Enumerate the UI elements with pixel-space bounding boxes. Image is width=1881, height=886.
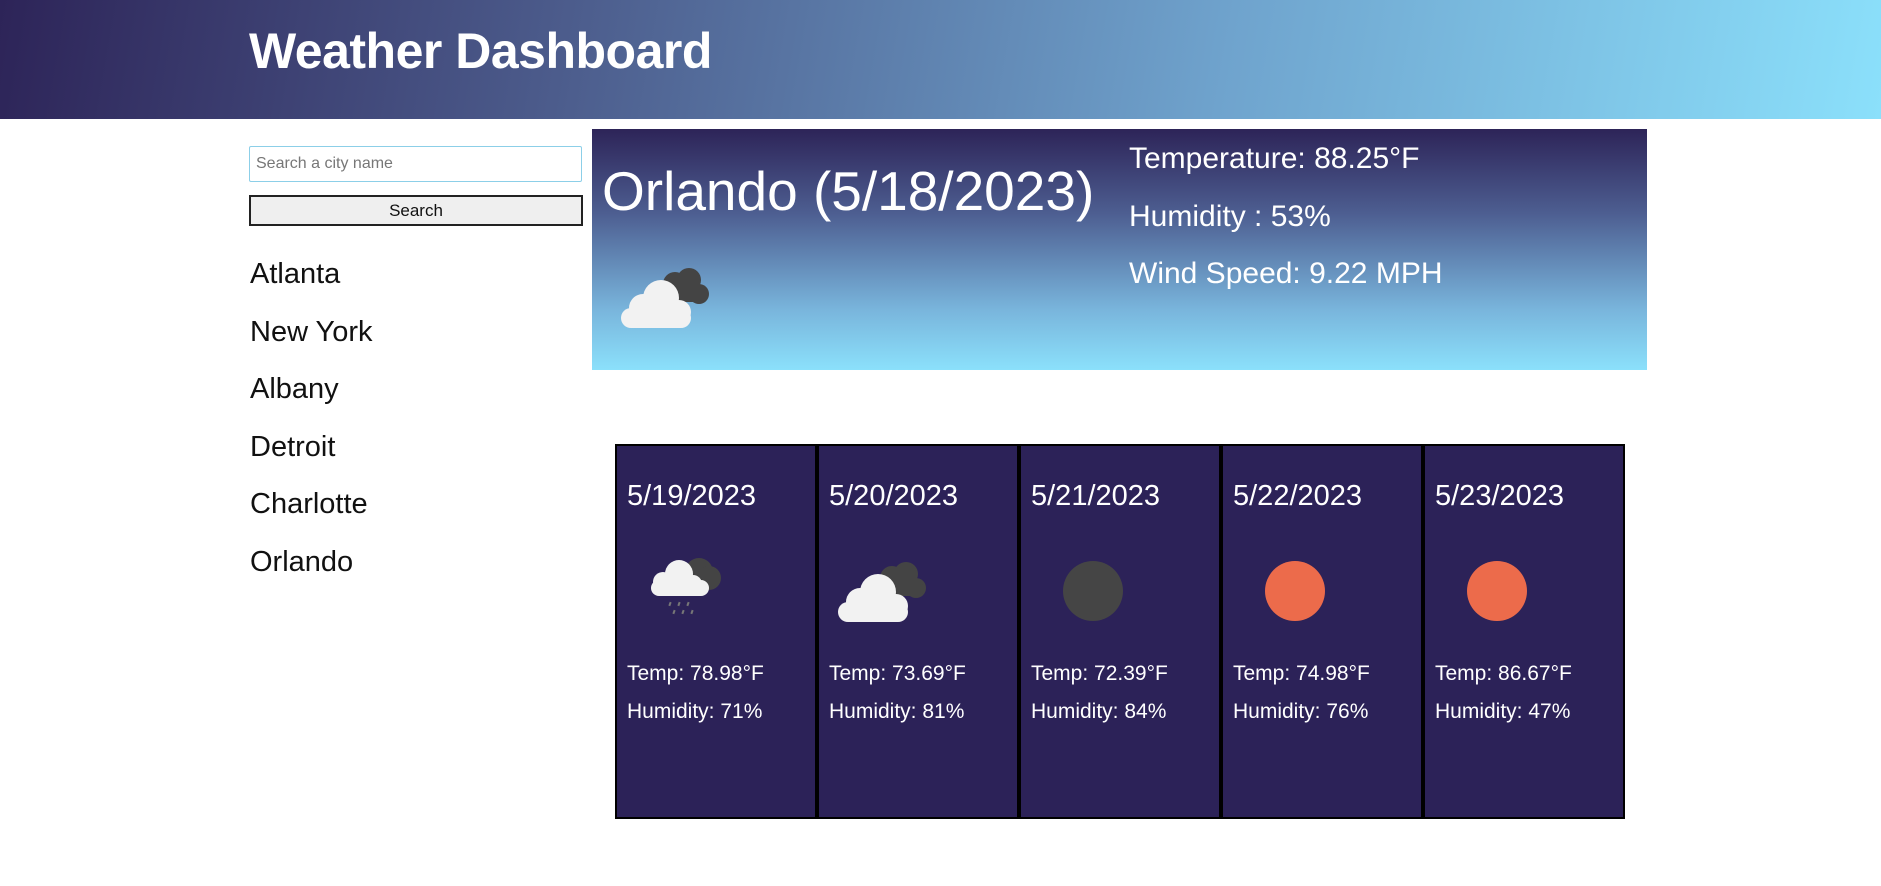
forecast-temp: Temp: 78.98°F bbox=[627, 662, 764, 685]
forecast-date: 5/23/2023 bbox=[1435, 480, 1565, 512]
forecast-card: 5/21/2023 Temp: 72.39°F Humidity: 84% bbox=[1019, 444, 1221, 819]
forecast-temp: Temp: 86.67°F bbox=[1435, 662, 1572, 685]
history-item-albany[interactable]: Albany bbox=[250, 365, 373, 423]
forecast-card: 5/20/2023 Temp: 73.69°F Humidity: 81% bbox=[817, 444, 1019, 819]
history-item-orlando[interactable]: Orlando bbox=[250, 538, 373, 596]
history-item-detroit[interactable]: Detroit bbox=[250, 423, 373, 481]
search-button[interactable]: Search bbox=[249, 195, 583, 226]
broken-clouds-icon bbox=[619, 264, 711, 335]
forecast-row: 5/19/2023 Temp: 78.98°F Humidity: 71% 5/… bbox=[615, 444, 1625, 819]
forecast-temp: Temp: 74.98°F bbox=[1233, 662, 1370, 685]
forecast-humidity: Humidity: 71% bbox=[627, 700, 763, 723]
rain-cloud-icon bbox=[647, 552, 727, 627]
forecast-humidity: Humidity: 84% bbox=[1031, 700, 1167, 723]
moon-icon bbox=[1061, 559, 1125, 628]
page-title: Weather Dashboard bbox=[249, 23, 712, 79]
forecast-humidity: Humidity: 76% bbox=[1233, 700, 1369, 723]
sun-icon bbox=[1465, 559, 1529, 628]
history-item-atlanta[interactable]: Atlanta bbox=[250, 250, 373, 308]
current-humidity: Humidity : 53% bbox=[1129, 200, 1331, 233]
forecast-date: 5/22/2023 bbox=[1233, 480, 1363, 512]
search-input[interactable] bbox=[249, 146, 582, 182]
current-temperature: Temperature: 88.25°F bbox=[1129, 142, 1420, 175]
history-item-charlotte[interactable]: Charlotte bbox=[250, 480, 373, 538]
forecast-humidity: Humidity: 81% bbox=[829, 700, 965, 723]
broken-clouds-icon bbox=[836, 558, 928, 629]
forecast-card: 5/22/2023 Temp: 74.98°F Humidity: 76% bbox=[1221, 444, 1423, 819]
forecast-date: 5/21/2023 bbox=[1031, 480, 1161, 512]
forecast-card: 5/23/2023 Temp: 86.67°F Humidity: 47% bbox=[1423, 444, 1625, 819]
current-weather-panel: Orlando (5/18/2023) Temperature: 88.25°F… bbox=[592, 129, 1647, 370]
sun-icon bbox=[1263, 559, 1327, 628]
current-wind-speed: Wind Speed: 9.22 MPH bbox=[1129, 257, 1443, 290]
header-banner: Weather Dashboard bbox=[0, 0, 1881, 119]
forecast-temp: Temp: 73.69°F bbox=[829, 662, 966, 685]
forecast-card: 5/19/2023 Temp: 78.98°F Humidity: 71% bbox=[615, 444, 817, 819]
history-item-new-york[interactable]: New York bbox=[250, 308, 373, 366]
current-city-date: Orlando (5/18/2023) bbox=[602, 160, 1095, 222]
forecast-date: 5/19/2023 bbox=[627, 480, 757, 512]
search-history-list: Atlanta New York Albany Detroit Charlott… bbox=[250, 250, 373, 596]
forecast-humidity: Humidity: 47% bbox=[1435, 700, 1571, 723]
forecast-date: 5/20/2023 bbox=[829, 480, 959, 512]
forecast-temp: Temp: 72.39°F bbox=[1031, 662, 1168, 685]
